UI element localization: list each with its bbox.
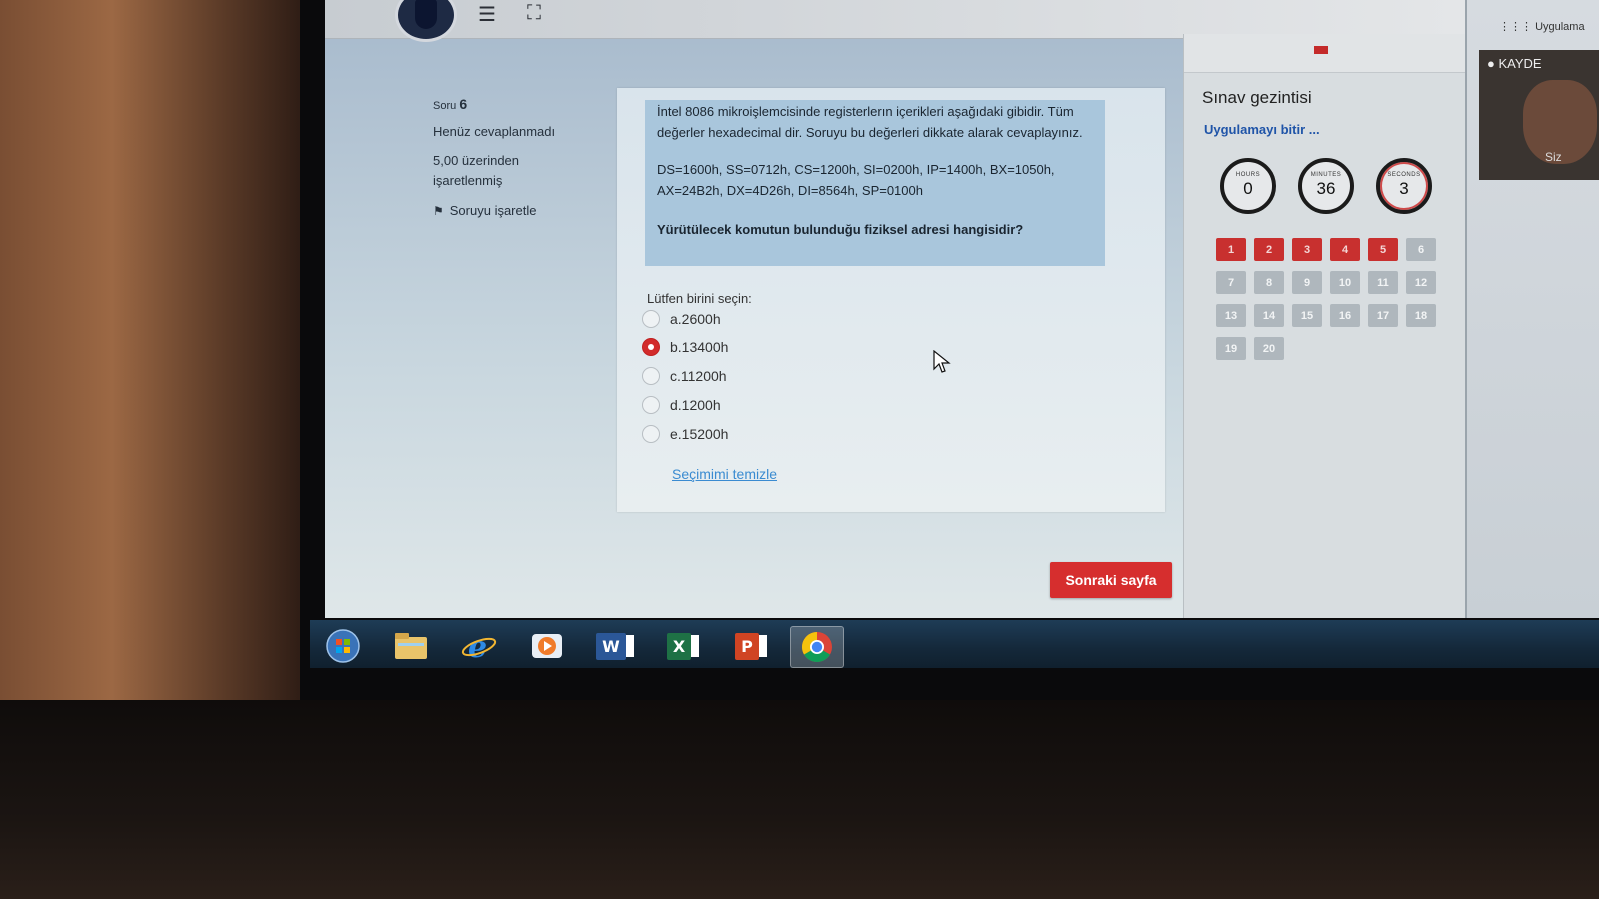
apps-shortcut[interactable]: ⋮⋮⋮ Uygulama — [1499, 20, 1585, 33]
chrome-icon[interactable] — [790, 626, 844, 668]
hamburger-menu-icon[interactable]: ☰ — [474, 2, 500, 27]
seconds-value: 3 — [1399, 179, 1409, 198]
internet-explorer-icon[interactable]: e — [456, 626, 502, 666]
question-nav-button-3[interactable]: 3 — [1292, 238, 1322, 261]
question-nav-button-13[interactable]: 13 — [1216, 304, 1246, 327]
file-explorer-icon[interactable] — [388, 626, 434, 666]
question-nav-button-19[interactable]: 19 — [1216, 337, 1246, 360]
question-nav-button-7[interactable]: 7 — [1216, 271, 1246, 294]
minutes-label: MINUTES — [1310, 172, 1342, 178]
answer-option-c[interactable]: c.11200h — [642, 367, 727, 385]
question-nav-button-2[interactable]: 2 — [1254, 238, 1284, 261]
question-nav-button-17[interactable]: 17 — [1368, 304, 1398, 327]
answer-option-e[interactable]: e.15200h — [642, 425, 728, 443]
word-icon[interactable]: W — [592, 626, 638, 666]
option-label: b.13400h — [670, 339, 729, 355]
question-info-panel: Soru 6 Henüz cevaplanmadı 5,00 üzerinden… — [433, 96, 555, 230]
windows-taskbar: e W X P — [310, 620, 1599, 668]
score-line-2: işaretlenmiş — [433, 173, 503, 188]
university-logo[interactable] — [395, 0, 457, 42]
collapse-icon[interactable] — [1314, 46, 1328, 54]
quiz-navigation-panel: Sınav gezintisi Uygulamayı bitir ... HOU… — [1183, 34, 1466, 618]
record-indicator: ● KAYDE — [1487, 56, 1542, 71]
flag-question-link[interactable]: ⚑ Soruyu işaretle — [433, 203, 555, 218]
question-nav-button-20[interactable]: 20 — [1254, 337, 1284, 360]
powerpoint-icon[interactable]: P — [728, 626, 774, 666]
powerpoint-letter: P — [735, 632, 759, 660]
radio-button-selected[interactable] — [642, 338, 660, 356]
question-nav-button-10[interactable]: 10 — [1330, 271, 1360, 294]
finish-attempt-link[interactable]: Uygulamayı bitir ... — [1204, 122, 1320, 137]
flag-icon: ⚑ — [433, 203, 444, 218]
question-status: Henüz cevaplanmadı — [433, 124, 556, 139]
question-nav-button-4[interactable]: 4 — [1330, 238, 1360, 261]
question-text: İntel 8086 mikroişlemcisinde registerler… — [645, 100, 1105, 266]
radio-button[interactable] — [642, 310, 660, 328]
seconds-label: SECONDS — [1387, 172, 1421, 178]
question-number-label: Soru — [433, 100, 457, 112]
question-nav-button-15[interactable]: 15 — [1292, 304, 1322, 327]
apps-grid-icon: ⋮⋮⋮ — [1499, 21, 1532, 33]
question-register-values: DS=1600h, SS=0712h, CS=1200h, SI=0200h, … — [657, 162, 1055, 198]
right-side-strip: ⋮⋮⋮ Uygulama ● KAYDE Siz — [1465, 0, 1599, 618]
option-label: e.15200h — [670, 426, 729, 442]
flag-question-label: Soruyu işaretle — [449, 203, 537, 218]
option-label: c.11200h — [670, 368, 727, 384]
question-nav-button-9[interactable]: 9 — [1292, 271, 1322, 294]
question-prompt-bold: Yürütülecek komutun bulunduğu fiziksel a… — [657, 222, 1024, 237]
question-nav-button-16[interactable]: 16 — [1330, 304, 1360, 327]
mouse-cursor-icon — [933, 350, 951, 373]
question-nav-button-14[interactable]: 14 — [1254, 304, 1284, 327]
svg-text:e: e — [468, 630, 487, 663]
score-line-1: 5,00 üzerinden — [433, 153, 520, 168]
minutes-value: 36 — [1316, 179, 1336, 198]
nav-title: Sınav gezintisi — [1202, 88, 1312, 107]
apps-label: Uygulama — [1535, 21, 1585, 33]
question-number-value: 6 — [459, 96, 468, 112]
hours-timer: HOURS 0 — [1220, 158, 1276, 214]
excel-icon[interactable]: X — [660, 626, 706, 666]
choose-one-label: Lütfen birini seçin: — [647, 291, 752, 306]
question-nav-button-8[interactable]: 8 — [1254, 271, 1284, 294]
fullscreen-icon[interactable]: ⛶ — [521, 2, 547, 25]
minutes-timer: MINUTES 36 — [1298, 158, 1354, 214]
radio-button[interactable] — [642, 367, 660, 385]
radio-button[interactable] — [642, 425, 660, 443]
next-page-button[interactable]: Sonraki sayfa — [1050, 562, 1172, 598]
question-paragraph-1: İntel 8086 mikroişlemcisinde registerler… — [657, 104, 1083, 140]
start-orb-icon[interactable] — [320, 626, 366, 666]
answer-option-b[interactable]: b.13400h — [642, 338, 728, 356]
question-score: 5,00 üzerinden işaretlenmiş — [433, 151, 555, 191]
background-desk — [0, 700, 1599, 899]
question-nav-button-1[interactable]: 1 — [1216, 238, 1246, 261]
seconds-timer: SECONDS 3 — [1376, 158, 1432, 214]
question-nav-button-11[interactable]: 11 — [1368, 271, 1398, 294]
nav-panel-header — [1184, 34, 1466, 73]
question-card: İntel 8086 mikroişlemcisinde registerler… — [617, 88, 1165, 512]
clear-selection-link[interactable]: Seçimimi temizle — [672, 466, 777, 482]
excel-letter: X — [666, 632, 692, 660]
browser-screen: ☰ ⛶ Soru 6 Henüz cevaplanmadı 5,00 üzeri… — [325, 0, 1599, 618]
answer-option-a[interactable]: a.2600h — [642, 310, 721, 328]
option-label: a.2600h — [670, 311, 721, 327]
answer-option-d[interactable]: d.1200h — [642, 396, 721, 414]
question-nav-button-18[interactable]: 18 — [1406, 304, 1436, 327]
hours-value: 0 — [1243, 179, 1253, 198]
question-nav-button-5[interactable]: 5 — [1368, 238, 1398, 261]
record-label: KAYDE — [1498, 56, 1542, 71]
media-player-icon[interactable] — [524, 626, 570, 666]
radio-button[interactable] — [642, 396, 660, 414]
video-call-panel: ● KAYDE Siz — [1479, 50, 1599, 180]
record-dot-icon: ● — [1487, 56, 1495, 71]
word-letter: W — [596, 632, 626, 660]
option-label: d.1200h — [670, 397, 721, 413]
participant-label: Siz — [1545, 150, 1562, 164]
hours-label: HOURS — [1235, 172, 1261, 178]
question-nav-button-12[interactable]: 12 — [1406, 271, 1436, 294]
question-number: Soru 6 — [433, 96, 555, 112]
question-nav-button-6[interactable]: 6 — [1406, 238, 1436, 261]
